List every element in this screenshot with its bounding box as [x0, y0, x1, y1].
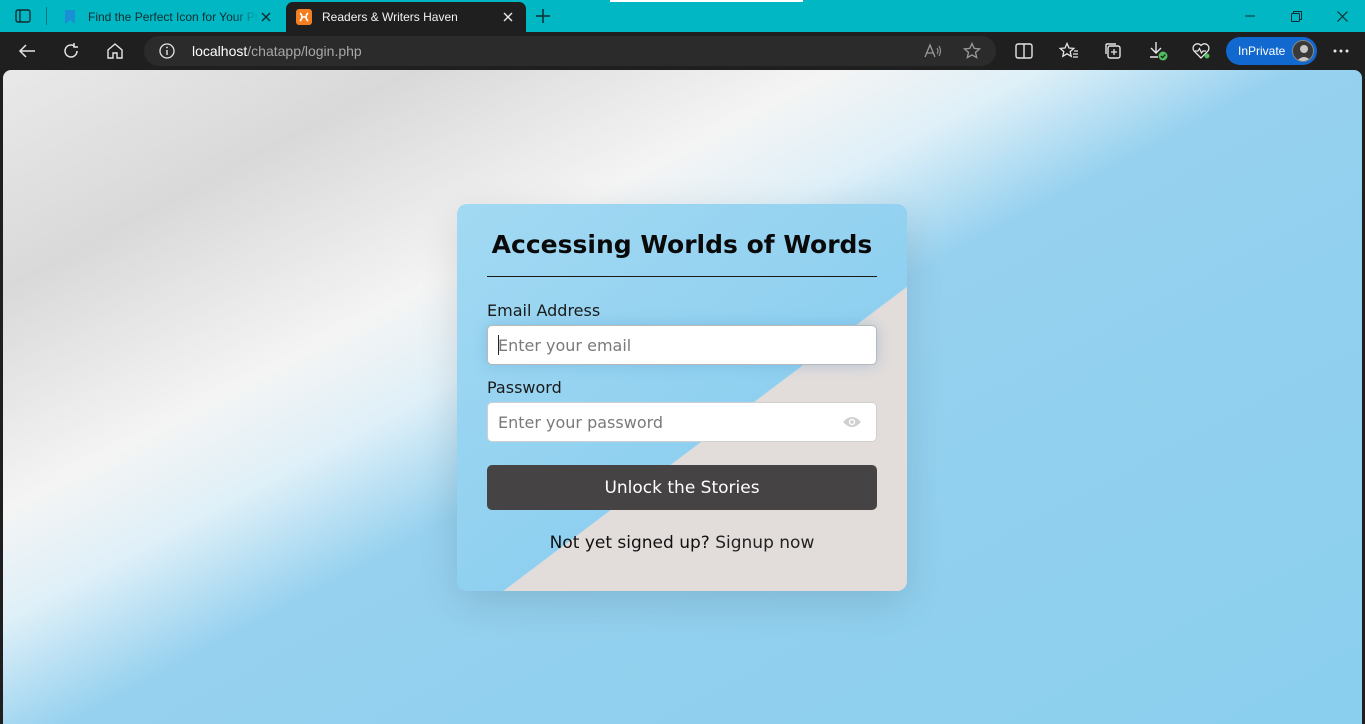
signup-link[interactable]: Signup now — [715, 533, 814, 553]
back-button[interactable] — [11, 35, 43, 67]
eye-icon[interactable] — [842, 412, 862, 432]
close-tab-icon[interactable] — [500, 9, 516, 25]
collections-icon — [1105, 43, 1121, 59]
text-caret — [498, 335, 499, 355]
restore-button[interactable] — [1273, 0, 1319, 32]
bookmark-icon — [62, 9, 78, 25]
minimize-button[interactable] — [1227, 0, 1273, 32]
tab-separator — [46, 7, 47, 25]
email-field[interactable] — [487, 325, 877, 365]
email-label: Email Address — [487, 301, 601, 320]
tab-readers-writers[interactable]: Readers & Writers Haven — [286, 2, 526, 32]
new-tab-button[interactable] — [530, 4, 556, 28]
signup-prompt: Not yet signed up? — [549, 533, 710, 553]
minimize-icon — [1245, 15, 1255, 17]
inprivate-badge[interactable]: InPrivate — [1226, 37, 1317, 65]
tab-actions-icon — [15, 9, 31, 23]
close-tab-icon[interactable] — [258, 9, 274, 25]
close-icon — [1336, 10, 1348, 22]
signup-row: Not yet signed up? Signup now — [487, 533, 877, 553]
password-label: Password — [487, 378, 562, 397]
unlock-stories-button[interactable]: Unlock the Stories — [487, 465, 877, 510]
heart-pulse-icon — [1192, 43, 1210, 59]
login-card: Accessing Worlds of Words Email Address … — [457, 204, 907, 591]
split-screen-button[interactable] — [1008, 35, 1040, 67]
split-screen-icon — [1015, 43, 1033, 59]
url-text: localhost/chatapp/login.php — [192, 43, 362, 59]
read-aloud-icon[interactable] — [920, 39, 946, 63]
page-viewport: Accessing Worlds of Words Email Address … — [3, 70, 1362, 724]
url-host: localhost — [192, 43, 248, 59]
settings-more-button[interactable] — [1325, 35, 1357, 67]
tab-strip: Find the Perfect Icon for Your Project R… — [0, 0, 1365, 32]
download-icon — [1150, 42, 1168, 61]
browser-essentials-button[interactable] — [1185, 35, 1217, 67]
refresh-button[interactable] — [55, 35, 87, 67]
refresh-icon — [64, 43, 78, 58]
login-title: Accessing Worlds of Words — [491, 230, 873, 259]
avatar — [1292, 40, 1314, 62]
tab-strip-highlight — [610, 0, 803, 2]
close-window-button[interactable] — [1319, 0, 1365, 32]
home-icon — [107, 43, 123, 59]
restore-icon — [1290, 10, 1302, 22]
tab-find-icon[interactable]: Find the Perfect Icon for Your Project — [52, 2, 284, 32]
plus-icon — [536, 9, 550, 23]
url-path: /chatapp/login.php — [247, 43, 362, 59]
tab-actions-button[interactable] — [8, 5, 38, 27]
info-icon[interactable] — [158, 42, 176, 60]
favorites-button[interactable] — [1053, 35, 1085, 67]
collections-button[interactable] — [1097, 35, 1129, 67]
password-field[interactable] — [487, 402, 877, 442]
home-button[interactable] — [99, 35, 131, 67]
title-divider — [487, 276, 877, 277]
address-bar[interactable]: localhost/chatapp/login.php — [144, 36, 996, 66]
xampp-icon — [296, 9, 312, 25]
more-icon — [1333, 49, 1349, 53]
inprivate-label: InPrivate — [1238, 44, 1286, 58]
downloads-button[interactable] — [1142, 35, 1174, 67]
browser-toolbar: localhost/chatapp/login.php InPrivate — [0, 32, 1365, 70]
favorites-icon — [1059, 42, 1078, 58]
tab-title: Find the Perfect Icon for Your Project — [88, 10, 258, 24]
star-icon[interactable] — [959, 39, 985, 63]
arrow-left-icon — [18, 44, 35, 58]
tab-title: Readers & Writers Haven — [322, 10, 458, 24]
